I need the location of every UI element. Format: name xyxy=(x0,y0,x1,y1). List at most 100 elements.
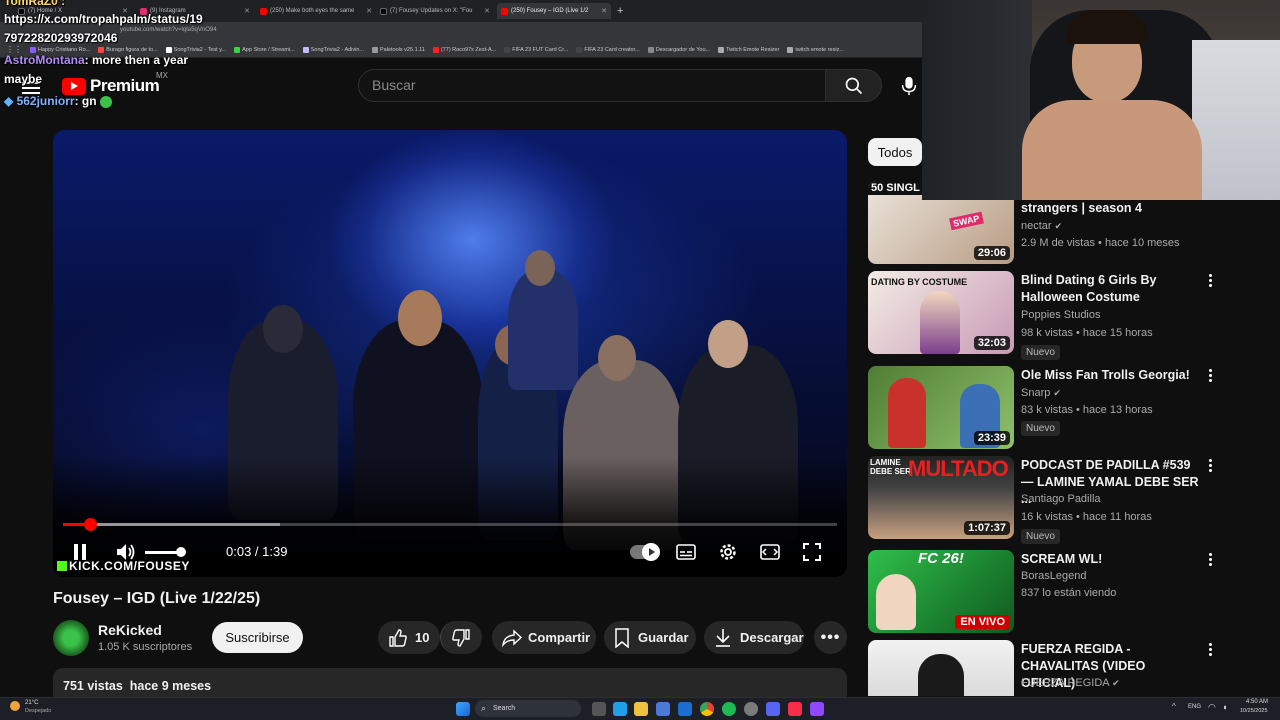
video-title[interactable]: Blind Dating 6 Girls By Halloween Costum… xyxy=(1021,272,1201,306)
recommended-video[interactable]: FC 26! EN VIVO SCREAM WL! BorasLegend 83… xyxy=(868,550,1268,636)
url-text: youtube.com/watch?v=lqta5qVnO94 xyxy=(120,27,217,33)
search-input[interactable] xyxy=(358,69,826,102)
language-indicator[interactable]: ENG xyxy=(1188,704,1201,710)
store-icon[interactable] xyxy=(656,702,670,716)
video-thumbnail[interactable] xyxy=(868,640,1014,696)
kick-watermark: KICK.COM/FOUSEY xyxy=(57,559,190,573)
fullscreen-button[interactable] xyxy=(800,540,824,564)
bookmark-item[interactable]: Twitch Emote Resizer xyxy=(718,46,779,53)
bookmark-item[interactable]: FIFA 23 FUT Card Cr... xyxy=(504,46,568,53)
video-title[interactable]: strangers | season 4 xyxy=(1021,200,1201,217)
taskbar-search[interactable]: ⌕ Search xyxy=(475,700,581,717)
more-options-icon[interactable] xyxy=(1208,274,1212,289)
video-title[interactable]: SCREAM WL! xyxy=(1021,551,1201,568)
bookmark-item[interactable]: SongTrivia2 - Adivin... xyxy=(302,46,364,53)
obs-icon[interactable] xyxy=(744,702,758,716)
thumbs-down-icon xyxy=(452,628,470,647)
bookmark-item[interactable]: (77) Raco97s Zest-A... xyxy=(432,46,496,53)
share-button[interactable]: Compartir xyxy=(492,621,596,654)
video-title[interactable]: Ole Miss Fan Trolls Georgia! xyxy=(1021,367,1201,384)
browser-tab[interactable]: (250) Make both eyes the same ✕ xyxy=(260,3,372,19)
more-options-icon[interactable] xyxy=(1208,369,1212,384)
close-tab-icon[interactable]: ✕ xyxy=(484,7,490,15)
bookmark-item[interactable]: FIFA 23 Card creator... xyxy=(576,46,640,53)
close-tab-icon[interactable]: ✕ xyxy=(244,7,250,15)
clock-time[interactable]: 4:50 AM xyxy=(1246,699,1268,705)
more-horizontal-icon: ••• xyxy=(820,628,841,646)
voice-search-button[interactable] xyxy=(896,69,922,102)
weather-icon xyxy=(10,701,20,711)
channel-avatar[interactable] xyxy=(53,620,89,656)
speaker-icon[interactable]: ◖ xyxy=(1222,702,1227,712)
bookmark-item[interactable]: Descargador de You... xyxy=(647,46,710,53)
autoplay-toggle[interactable] xyxy=(630,543,660,561)
more-options-icon[interactable] xyxy=(1208,459,1212,474)
save-button[interactable]: Guardar xyxy=(604,621,696,654)
download-button[interactable]: Descargar xyxy=(704,621,804,654)
chrome-icon[interactable] xyxy=(700,702,714,716)
thumbnail-text: LAMINE DEBE SER xyxy=(870,458,911,476)
channel-name[interactable]: Poppies Studios xyxy=(1021,309,1101,321)
youtube-premium-logo[interactable]: Premium MX xyxy=(62,71,168,96)
progress-scrubber[interactable] xyxy=(84,518,98,531)
close-tab-icon[interactable]: ✕ xyxy=(601,7,607,15)
mail-icon[interactable] xyxy=(678,702,692,716)
wifi-icon[interactable]: ◠ xyxy=(1208,702,1216,713)
windows-start-icon[interactable] xyxy=(456,702,470,716)
recommended-video[interactable]: LAMINE DEBE SER MULTADO 1:07:37 PODCAST D… xyxy=(868,456,1268,544)
task-view-icon[interactable] xyxy=(592,702,606,716)
settings-button[interactable] xyxy=(716,540,740,564)
browser-tab-active[interactable]: (250) Fousey – IGD (Live 1/2 ✕ xyxy=(497,3,611,19)
video-thumbnail[interactable]: LAMINE DEBE SER MULTADO 1:07:37 xyxy=(868,456,1014,539)
bookmark-item[interactable]: SongTrivia2 - Test y... xyxy=(165,46,226,53)
more-actions-button[interactable]: ••• xyxy=(814,621,847,654)
volume-knob[interactable] xyxy=(175,547,186,557)
video-thumbnail[interactable]: FC 26! EN VIVO xyxy=(868,550,1014,633)
region-code: MX xyxy=(156,71,168,80)
share-icon xyxy=(502,628,522,647)
channel-name[interactable]: Snarp ✔ xyxy=(1021,387,1061,399)
video-thumbnail[interactable]: 23:39 xyxy=(868,366,1014,449)
channel-name[interactable]: Santiago Padilla xyxy=(1021,493,1101,505)
filter-chip-all[interactable]: Todos xyxy=(868,138,922,166)
video-meta: 83 k vistas • hace 13 horas xyxy=(1021,404,1153,416)
theater-mode-button[interactable] xyxy=(758,540,782,564)
edge-icon[interactable] xyxy=(613,702,627,716)
bookmark-item[interactable]: Paletools v25.1.11 xyxy=(372,46,425,53)
bookmark-item[interactable]: App Store / Streami... xyxy=(234,46,295,53)
file-explorer-icon[interactable] xyxy=(634,702,648,716)
more-options-icon[interactable] xyxy=(1208,553,1212,568)
bookmark-item[interactable]: Burago figura de to... xyxy=(98,46,158,53)
subtitles-button[interactable] xyxy=(674,540,698,564)
like-button[interactable]: 10 xyxy=(378,621,440,654)
chevron-up-icon[interactable]: ^ xyxy=(1172,702,1176,711)
spotify-icon[interactable] xyxy=(722,702,736,716)
channel-name[interactable]: nectar ✔ xyxy=(1021,220,1062,232)
subscribe-button[interactable]: Suscribirse xyxy=(212,622,303,653)
new-tab-button[interactable]: + xyxy=(617,3,627,19)
weather-temp[interactable]: 21°C xyxy=(25,700,38,706)
twitch-icon[interactable] xyxy=(810,702,824,716)
close-tab-icon[interactable]: ✕ xyxy=(366,7,372,15)
more-options-icon[interactable] xyxy=(1208,643,1212,658)
bookmark-item[interactable]: twitch emote resiz... xyxy=(787,46,844,53)
recommended-video[interactable]: DATING BY COSTUME 32:03 Blind Dating 6 G… xyxy=(868,271,1268,360)
browser-tab[interactable]: (7) Fousey Updates on X: "Fou ✕ xyxy=(380,3,490,19)
channel-name[interactable]: ReKicked xyxy=(98,622,162,638)
x-logo-icon xyxy=(380,7,387,15)
discord-icon[interactable] xyxy=(766,702,780,716)
video-thumbnail[interactable]: DATING BY COSTUME 32:03 xyxy=(868,271,1014,354)
video-player[interactable] xyxy=(53,130,847,577)
video-meta: 98 k vistas • hace 15 horas xyxy=(1021,327,1153,339)
recommended-video[interactable]: FUERZA REGIDA - CHAVALITAS (VIDEO OFICIA… xyxy=(868,640,1268,696)
search-button[interactable] xyxy=(826,69,882,102)
webcam-room xyxy=(1192,40,1280,200)
music-icon[interactable] xyxy=(788,702,802,716)
channel-name[interactable]: BorasLegend xyxy=(1021,570,1086,582)
bookmark-item[interactable]: Happy Cristiano Ro... xyxy=(30,46,90,53)
dislike-button[interactable] xyxy=(440,621,482,654)
video-figure xyxy=(598,335,636,381)
thumbnail-figure xyxy=(920,291,960,354)
channel-name[interactable]: FUERZA REGIDA ✔ xyxy=(1021,677,1120,689)
recommended-video[interactable]: 23:39 Ole Miss Fan Trolls Georgia! Snarp… xyxy=(868,366,1268,452)
